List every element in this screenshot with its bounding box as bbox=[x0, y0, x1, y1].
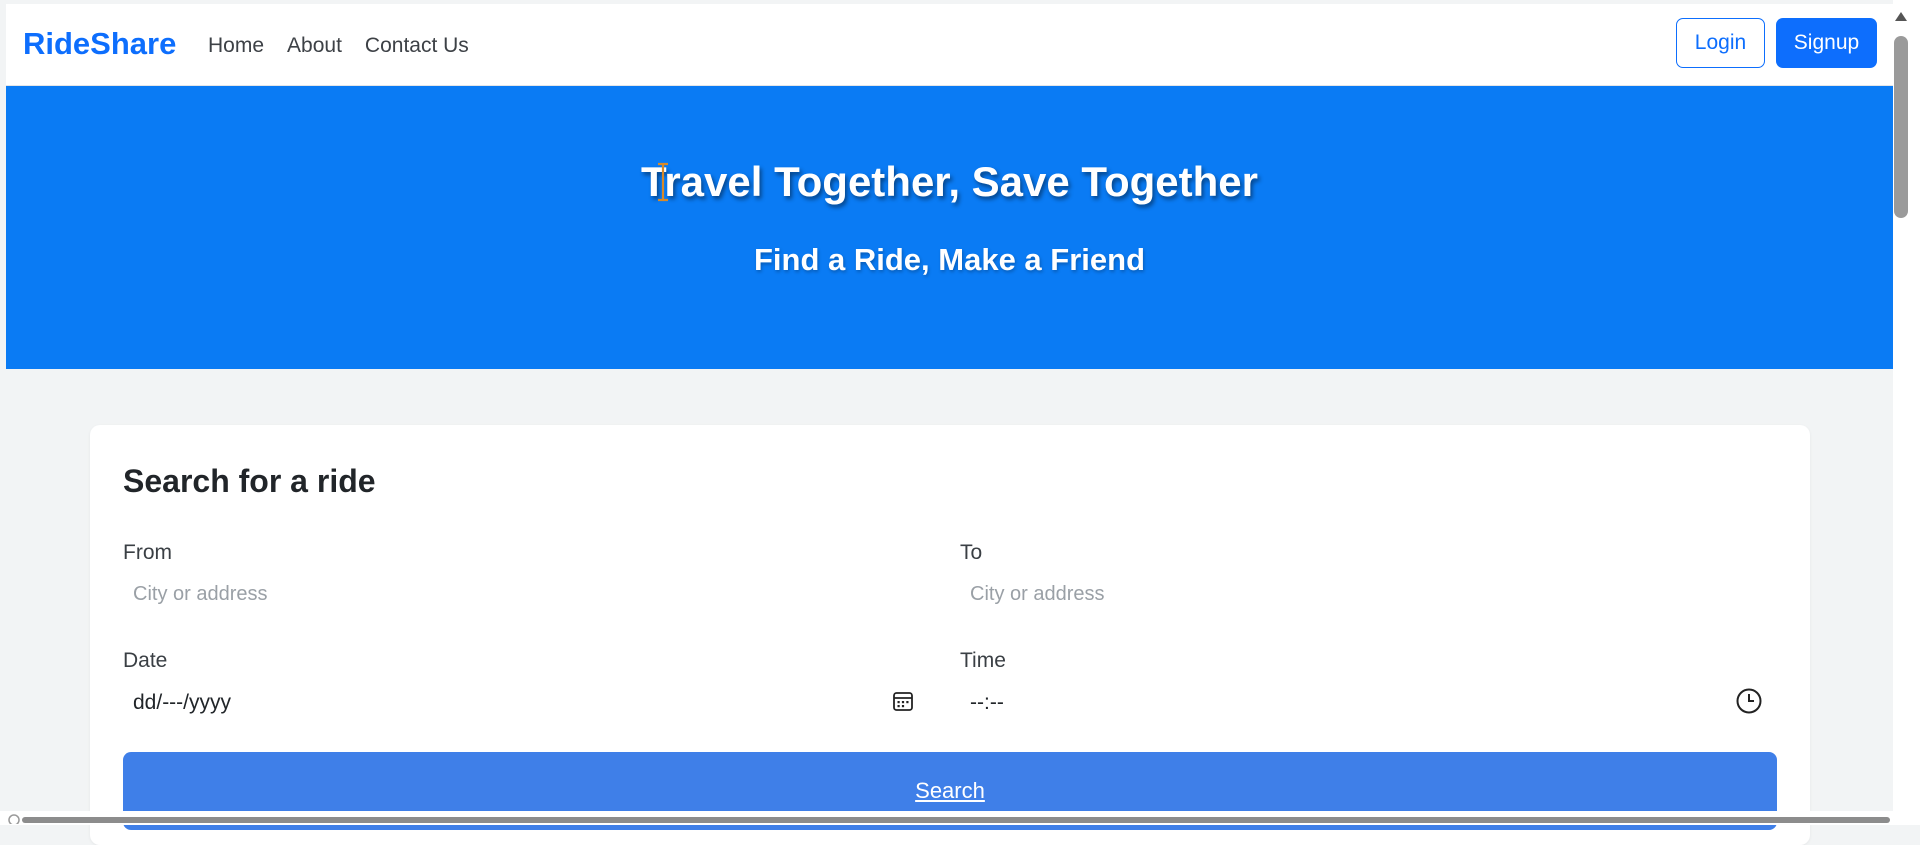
navbar: RideShare Home About Contact Us Login Si… bbox=[6, 4, 1893, 86]
scroll-up-arrow-icon[interactable] bbox=[1895, 12, 1907, 21]
search-card-title: Search for a ride bbox=[123, 463, 376, 499]
vertical-scrollbar-thumb[interactable] bbox=[1894, 36, 1908, 218]
text-cursor-icon bbox=[658, 162, 668, 202]
clock-icon[interactable] bbox=[1735, 687, 1763, 715]
search-card: Search for a ride From To Date dd/---/yy… bbox=[90, 425, 1810, 845]
to-input[interactable] bbox=[960, 571, 1780, 617]
calendar-icon[interactable] bbox=[892, 690, 914, 712]
time-label: Time bbox=[960, 649, 1006, 672]
time-input[interactable]: --:-- bbox=[960, 679, 1780, 725]
nav-link-about[interactable]: About bbox=[287, 34, 342, 58]
to-label: To bbox=[960, 541, 983, 564]
date-label: Date bbox=[123, 649, 168, 672]
scroll-left-handle-icon[interactable] bbox=[4, 812, 24, 824]
signup-button[interactable]: Signup bbox=[1776, 18, 1877, 68]
page: RideShare Home About Contact Us Login Si… bbox=[6, 4, 1893, 845]
hero-subtitle: Find a Ride, Make a Friend bbox=[753, 242, 1146, 277]
horizontal-scrollbar-thumb[interactable] bbox=[22, 817, 1890, 823]
nav-link-contact[interactable]: Contact Us bbox=[365, 34, 469, 58]
brand-logo[interactable]: RideShare bbox=[23, 26, 176, 62]
hero-banner: Travel Together, Save Together Find a Ri… bbox=[6, 86, 1893, 369]
nav-link-home[interactable]: Home bbox=[208, 34, 264, 58]
from-input[interactable] bbox=[123, 571, 933, 617]
hero-title: Travel Together, Save Together bbox=[641, 158, 1258, 205]
from-label: From bbox=[123, 541, 172, 564]
date-input[interactable]: dd/---/yyyy bbox=[123, 679, 933, 725]
date-value: dd/---/yyyy bbox=[133, 691, 232, 714]
nav-links: Home About Contact Us bbox=[208, 34, 492, 58]
login-button[interactable]: Login bbox=[1676, 18, 1765, 68]
time-value: --:-- bbox=[970, 691, 1004, 714]
